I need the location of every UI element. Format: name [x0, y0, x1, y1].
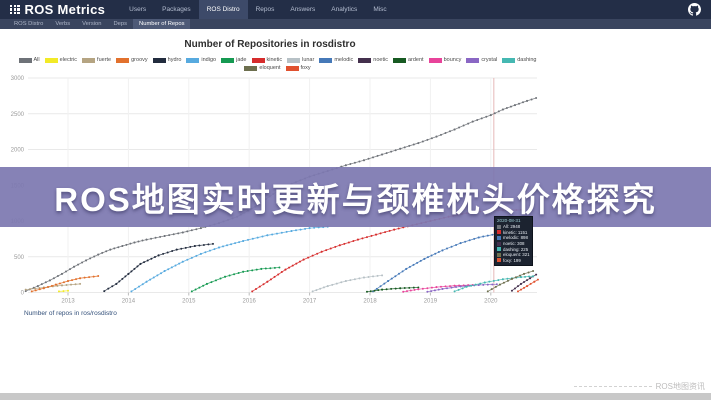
legend-item-noetic[interactable]: noetic: [358, 57, 388, 63]
svg-text:0: 0: [21, 291, 25, 297]
github-icon: [688, 3, 701, 16]
legend-swatch: [252, 58, 265, 63]
legend-swatch: [19, 58, 32, 63]
legend-label: ardent: [408, 57, 424, 63]
legend-swatch: [429, 58, 442, 63]
sub-nav-bar: ROS DistroVerbsVersionDepsNumber of Repo…: [0, 19, 711, 29]
legend-item-eloquent[interactable]: eloquent: [244, 65, 280, 71]
top-nav: UsersPackagesROS DistroReposAnswersAnaly…: [121, 0, 395, 19]
svg-text:2018: 2018: [363, 299, 377, 305]
legend-swatch: [502, 58, 515, 63]
legend-item-groovy[interactable]: groovy: [116, 57, 148, 63]
legend-item-crystal[interactable]: crystal: [466, 57, 497, 63]
legend-label: bouncy: [444, 57, 462, 63]
legend-swatch: [116, 58, 129, 63]
legend-item-all[interactable]: All: [19, 57, 40, 63]
legend-item-indigo[interactable]: indigo: [186, 57, 216, 63]
bottom-gray-bar: [0, 393, 711, 400]
tooltip-date: 2020-08-31: [497, 218, 530, 223]
svg-text:2500: 2500: [11, 112, 25, 118]
legend-swatch: [358, 58, 371, 63]
legend-swatch: [221, 58, 234, 63]
tooltip-row-foxy: foxy: 199: [497, 258, 530, 264]
chart-caption-link[interactable]: Number of repos in ros/rosdistro: [24, 310, 117, 317]
nav-item-repos[interactable]: Repos: [248, 0, 283, 19]
chart-tooltip: 2020-08-31 All: 2948kinetic: 1151melodic…: [494, 216, 533, 266]
svg-text:2013: 2013: [61, 299, 75, 305]
legend-label: dashing: [517, 57, 536, 63]
nav-item-answers[interactable]: Answers: [282, 0, 323, 19]
legend-label: noetic: [373, 57, 388, 63]
tooltip-rows: All: 2948kinetic: 1151melodic: 898noetic…: [497, 224, 530, 263]
app-grid-icon: [10, 5, 20, 15]
legend-item-lunar[interactable]: lunar: [287, 57, 314, 63]
legend-label: electric: [60, 57, 77, 63]
svg-text:2015: 2015: [182, 299, 196, 305]
brand[interactable]: ROS Metrics: [10, 2, 105, 17]
legend-swatch: [82, 58, 95, 63]
legend-item-electric[interactable]: electric: [45, 57, 77, 63]
legend-swatch: [286, 66, 299, 71]
subnav-item-number-of-repos[interactable]: Number of Repos: [133, 19, 190, 29]
watermark: ROS地图资讯: [574, 381, 705, 392]
subnav-item-verbs[interactable]: Verbs: [49, 19, 76, 29]
legend-item-hydro[interactable]: hydro: [153, 57, 182, 63]
svg-text:2020: 2020: [484, 299, 498, 305]
legend-label: lunar: [302, 57, 314, 63]
legend-label: indigo: [201, 57, 216, 63]
subnav-item-ros-distro[interactable]: ROS Distro: [8, 19, 49, 29]
legend-label: melodic: [334, 57, 353, 63]
nav-item-users[interactable]: Users: [121, 0, 154, 19]
subnav-item-deps[interactable]: Deps: [107, 19, 133, 29]
legend-swatch: [153, 58, 166, 63]
brand-title: ROS Metrics: [25, 2, 106, 17]
watermark-dash: [574, 386, 652, 387]
svg-text:500: 500: [14, 255, 25, 261]
legend-label: All: [34, 57, 40, 63]
legend-label: fuerte: [97, 57, 111, 63]
svg-text:2016: 2016: [243, 299, 257, 305]
chart-legend: All electric fuerte groovy hydro indigo jade ki…: [5, 57, 550, 71]
legend-label: hydro: [168, 57, 182, 63]
legend-label: eloquent: [259, 65, 280, 71]
nav-item-analytics[interactable]: Analytics: [323, 0, 365, 19]
legend-item-dashing[interactable]: dashing: [502, 57, 536, 63]
legend-swatch: [287, 58, 300, 63]
legend-item-fuerte[interactable]: fuerte: [82, 57, 111, 63]
legend-item-kinetic[interactable]: kinetic: [252, 57, 283, 63]
legend-swatch: [466, 58, 479, 63]
legend-item-bouncy[interactable]: bouncy: [429, 57, 462, 63]
top-header-bar: ROS Metrics UsersPackagesROS DistroRepos…: [0, 0, 711, 19]
overlay-banner-text: ROS地图实时更新与颈椎枕头价格探究: [54, 173, 657, 221]
nav-item-packages[interactable]: Packages: [154, 0, 199, 19]
svg-text:2000: 2000: [11, 148, 25, 154]
legend-label: kinetic: [267, 57, 283, 63]
svg-text:2019: 2019: [424, 299, 438, 305]
svg-text:2017: 2017: [303, 299, 317, 305]
github-link[interactable]: [688, 3, 701, 16]
legend-item-foxy[interactable]: foxy: [286, 65, 311, 71]
subnav-item-version[interactable]: Version: [76, 19, 107, 29]
nav-item-misc[interactable]: Misc: [365, 0, 394, 19]
chart-title: Number of Repositories in rosdistro: [0, 39, 540, 50]
legend-label: groovy: [131, 57, 148, 63]
nav-item-ros-distro[interactable]: ROS Distro: [199, 0, 248, 19]
legend-label: foxy: [301, 65, 311, 71]
legend-swatch: [45, 58, 58, 63]
legend-swatch: [393, 58, 406, 63]
legend-label: jade: [236, 57, 246, 63]
svg-text:2014: 2014: [122, 299, 136, 305]
legend-item-melodic[interactable]: melodic: [319, 57, 353, 63]
legend-item-ardent[interactable]: ardent: [393, 57, 424, 63]
overlay-banner: ROS地图实时更新与颈椎枕头价格探究: [0, 167, 711, 227]
watermark-text: ROS地图资讯: [656, 381, 705, 392]
svg-text:3000: 3000: [11, 76, 25, 82]
legend-swatch: [186, 58, 199, 63]
legend-label: crystal: [481, 57, 497, 63]
legend-swatch: [319, 58, 332, 63]
legend-swatch: [244, 66, 257, 71]
legend-item-jade[interactable]: jade: [221, 57, 246, 63]
